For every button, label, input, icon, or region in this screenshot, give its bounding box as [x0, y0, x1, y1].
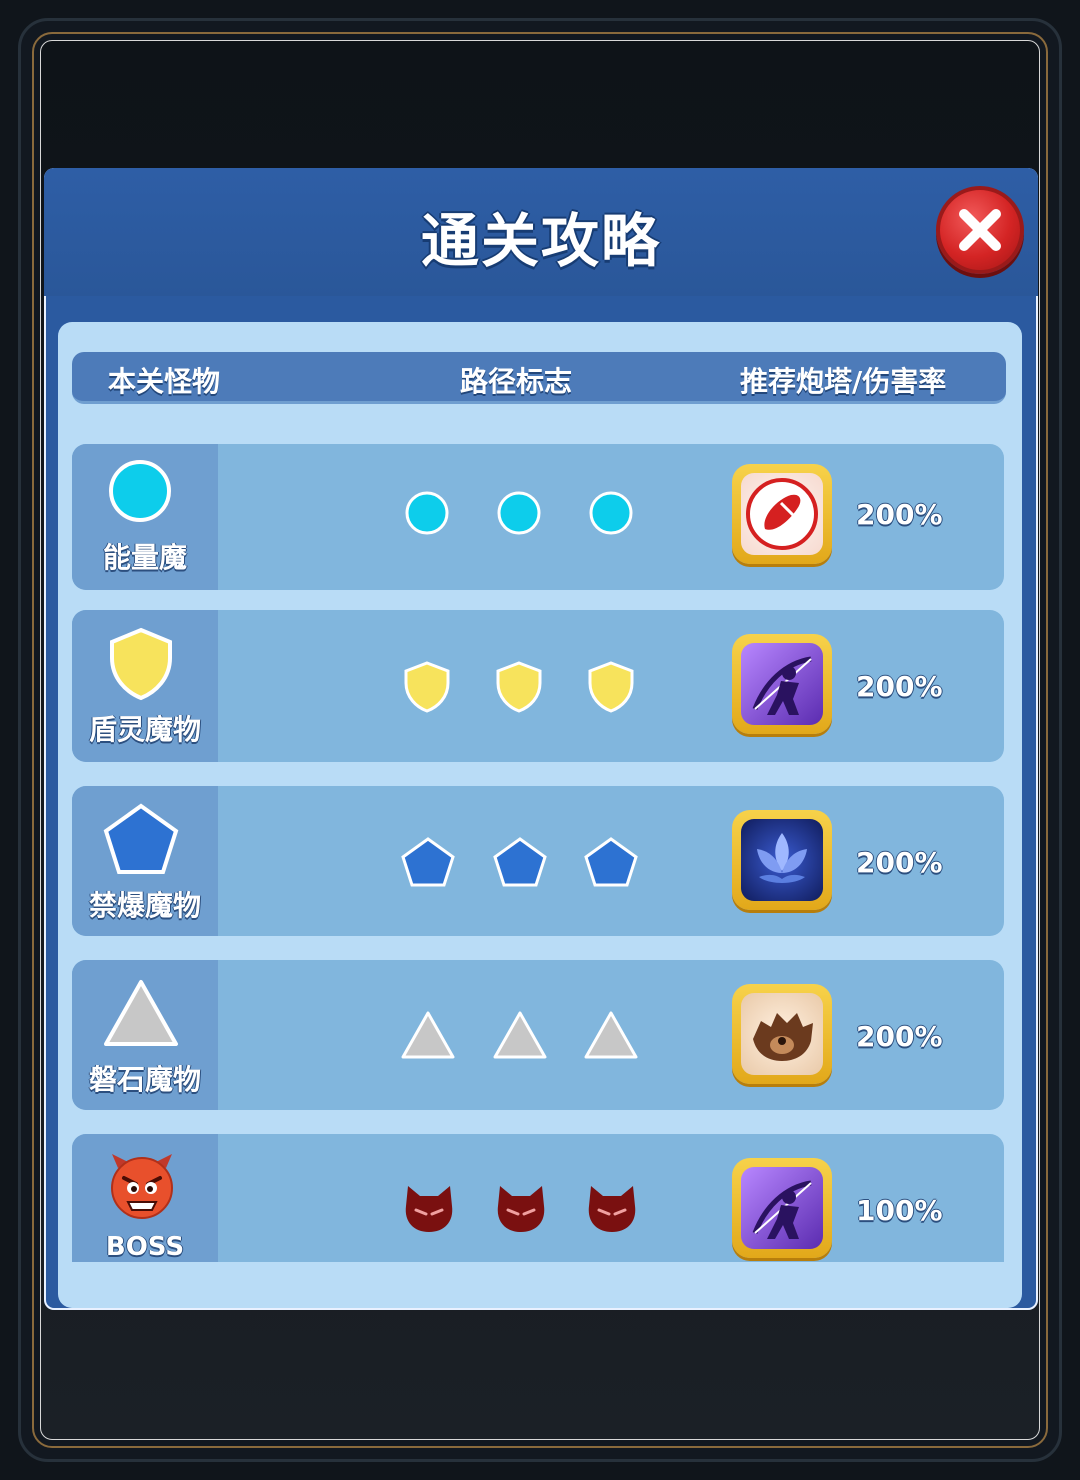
monster-cell: 禁爆魔物 — [72, 786, 218, 936]
monster-name: 盾灵魔物 — [88, 713, 201, 746]
archer-tower-icon — [741, 643, 823, 725]
circle-icon — [109, 460, 171, 522]
monster-name: 能量魔 — [102, 541, 187, 574]
pentagon-marker-icon — [584, 837, 638, 887]
shield-icon — [110, 627, 172, 701]
lotus-tower-icon — [741, 819, 823, 901]
monster-cell: 能量魔 — [72, 444, 218, 590]
damage-rate: 200% — [856, 1020, 943, 1053]
column-recommended: 推荐炮塔/伤害率 — [740, 365, 947, 398]
monster-row: 磐石魔物 200% — [72, 960, 1004, 1110]
archer-tower-icon — [741, 1167, 823, 1249]
recommended-tower[interactable] — [732, 984, 832, 1084]
triangle-icon — [104, 980, 178, 1046]
monster-row: 禁爆魔物 200% — [72, 786, 1004, 936]
column-path-markers: 路径标志 — [460, 365, 573, 398]
monster-cell: 盾灵魔物 — [72, 610, 218, 762]
damage-rate: 200% — [856, 498, 943, 531]
recommended-tower[interactable] — [732, 634, 832, 734]
monster-row: 盾灵魔物 200% — [72, 610, 1004, 762]
monster-row: BOSS 100% — [72, 1134, 1004, 1262]
pentagon-marker-icon — [401, 837, 455, 887]
recommended-tower[interactable] — [732, 1158, 832, 1258]
shield-marker-icon — [404, 661, 450, 713]
damage-rate: 200% — [856, 846, 943, 879]
column-header: 本关怪物 路径标志 推荐炮塔/伤害率 — [72, 352, 1006, 404]
damage-rate: 100% — [856, 1194, 943, 1227]
triangle-marker-icon — [493, 1011, 547, 1059]
triangle-marker-icon — [401, 1011, 455, 1059]
shield-marker-icon — [496, 661, 542, 713]
close-x-icon — [959, 209, 1001, 251]
damage-rate: 200% — [856, 670, 943, 703]
recommended-tower[interactable] — [732, 810, 832, 910]
devil-marker-icon — [405, 1186, 453, 1232]
circle-marker-icon — [405, 491, 449, 535]
monster-row: 能量魔 200% — [72, 444, 1004, 590]
monster-name: BOSS — [105, 1232, 185, 1262]
dialog-title: 通关攻略 — [420, 207, 661, 275]
dialog-header: 通关攻略 — [44, 168, 1038, 296]
devil-marker-icon — [588, 1186, 636, 1232]
monster-cell: BOSS — [72, 1134, 218, 1262]
pentagon-marker-icon — [493, 837, 547, 887]
monster-name: 磐石魔物 — [88, 1063, 201, 1096]
pentagon-icon — [103, 803, 179, 874]
devil-marker-icon — [497, 1186, 545, 1232]
boss-devil-icon — [111, 1154, 173, 1219]
close-button[interactable] — [936, 186, 1024, 274]
triangle-marker-icon — [584, 1011, 638, 1059]
monster-cell: 磐石魔物 — [72, 960, 218, 1110]
shield-marker-icon — [588, 661, 634, 713]
column-monsters: 本关怪物 — [108, 365, 221, 398]
monster-name: 禁爆魔物 — [88, 889, 201, 922]
beast-tower-icon — [741, 993, 823, 1075]
circle-marker-icon — [589, 491, 633, 535]
circle-marker-icon — [497, 491, 541, 535]
recommended-tower[interactable] — [732, 464, 832, 564]
red-bullet-tower-icon — [741, 473, 823, 555]
